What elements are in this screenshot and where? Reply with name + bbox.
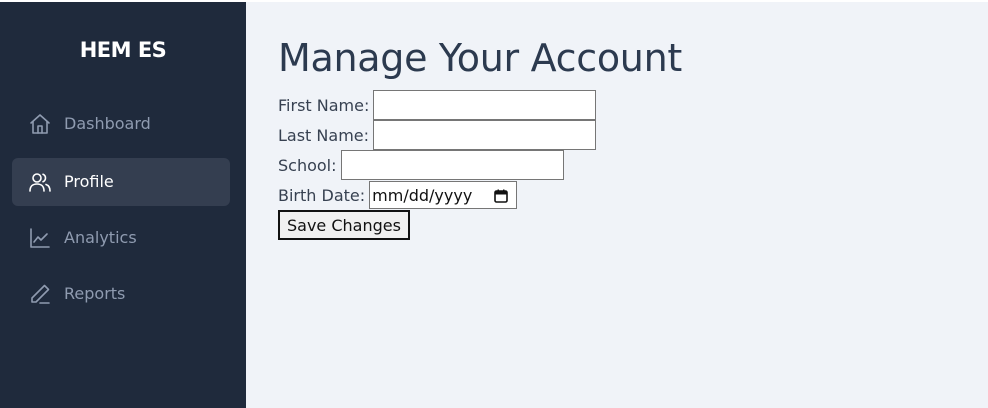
birth-date-row: Birth Date: mm/dd/yyyy bbox=[278, 180, 682, 210]
birth-date-placeholder: mm/dd/yyyy bbox=[372, 185, 473, 205]
last-name-row: Last Name: bbox=[278, 120, 682, 150]
sidebar-item-label: Analytics bbox=[64, 228, 137, 247]
save-changes-button[interactable]: Save Changes bbox=[278, 210, 410, 240]
chart-line-icon bbox=[28, 226, 52, 250]
sidebar-item-analytics[interactable]: Analytics bbox=[12, 214, 230, 262]
last-name-label: Last Name: bbox=[278, 125, 370, 145]
first-name-input[interactable] bbox=[373, 90, 597, 120]
first-name-row: First Name: bbox=[278, 90, 682, 120]
sidebar-item-label: Profile bbox=[64, 172, 114, 191]
pencil-icon bbox=[28, 282, 52, 306]
users-icon bbox=[28, 170, 52, 194]
school-input[interactable] bbox=[340, 150, 564, 180]
first-name-label: First Name: bbox=[278, 95, 370, 115]
sidebar-item-reports[interactable]: Reports bbox=[12, 270, 230, 318]
sidebar-item-profile[interactable]: Profile bbox=[12, 158, 230, 206]
sidebar-item-label: Dashboard bbox=[64, 114, 151, 133]
school-label: School: bbox=[278, 155, 337, 175]
home-icon bbox=[28, 112, 52, 136]
last-name-input[interactable] bbox=[373, 120, 597, 150]
page-title: Manage Your Account bbox=[278, 36, 682, 80]
brand-title: HEM ES bbox=[79, 38, 167, 62]
sidebar: HEM ES Dashboard Profile Analytics Repor… bbox=[0, 2, 246, 408]
sidebar-item-dashboard[interactable]: Dashboard bbox=[12, 100, 230, 148]
birth-date-input[interactable]: mm/dd/yyyy bbox=[369, 181, 518, 209]
school-row: School: bbox=[278, 150, 682, 180]
calendar-icon[interactable] bbox=[494, 188, 508, 203]
birth-date-label: Birth Date: bbox=[278, 185, 366, 205]
sidebar-item-label: Reports bbox=[64, 284, 126, 303]
main-content: Manage Your Account First Name: Last Nam… bbox=[278, 34, 682, 240]
